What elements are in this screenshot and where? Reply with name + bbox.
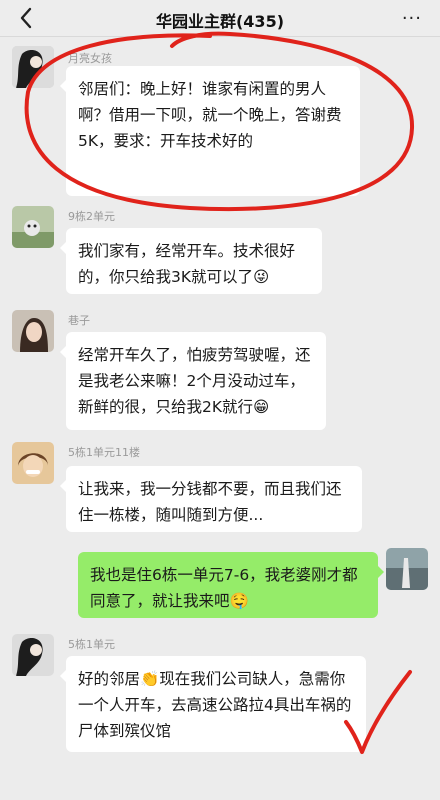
avatar[interactable]: [12, 310, 54, 352]
message-text: 让我来，我一分钱都不要，而且我们还住一栋楼，随叫随到方便...: [78, 480, 342, 524]
message-text: 好的邻居👏现在我们公司缺人，急需你一个人开车，去高速公路拉4具出车祸的尸体到殡仪…: [78, 670, 352, 740]
chat-title: 华园业主群(435): [155, 12, 285, 31]
my-message-bubble[interactable]: 我也是住6栋一单元7-6，我老婆刚才都同意了，就让我来吧🤤: [78, 552, 384, 618]
avatar[interactable]: [12, 634, 54, 676]
more-dots-icon[interactable]: ···: [402, 8, 422, 29]
avatar[interactable]: [12, 46, 54, 88]
my-avatar[interactable]: [386, 548, 428, 590]
message-text: 经常开车久了，怕疲劳驾驶喔，还是我老公来嘛！2个月没动过车，新鲜的很，只给我2K…: [78, 346, 311, 416]
avatar[interactable]: [12, 442, 54, 484]
avatar[interactable]: [12, 206, 54, 248]
message-bubble[interactable]: 邻居们：晚上好！谁家有闲置的男人啊？借用一下呗，就一个晚上，答谢费5K，要求：开…: [60, 66, 360, 196]
message-text: 我也是住6栋一单元7-6，我老婆刚才都同意了，就让我来吧🤤: [90, 566, 358, 610]
message-bubble[interactable]: 我们家有，经常开车。技术很好的，你只给我3K就可以了😜: [60, 228, 322, 294]
message-bubble[interactable]: 让我来，我一分钱都不要，而且我们还住一栋楼，随叫随到方便...: [60, 466, 362, 532]
message-bubble[interactable]: 经常开车久了，怕疲劳驾驶喔，还是我老公来嘛！2个月没动过车，新鲜的很，只给我2K…: [60, 332, 326, 430]
chat-header: 华园业主群(435) ···: [0, 0, 440, 37]
sender-name: 5栋1单元11楼: [68, 446, 140, 459]
sender-name: 5栋1单元: [68, 638, 115, 651]
sender-name: 9栋2单元: [68, 210, 115, 223]
sender-name: 巷子: [68, 314, 90, 327]
message-text: 邻居们：晚上好！谁家有闲置的男人啊？借用一下呗，就一个晚上，答谢费5K，要求：开…: [78, 80, 342, 150]
sender-name: 月亮女孩: [68, 52, 112, 65]
message-bubble[interactable]: 好的邻居👏现在我们公司缺人，急需你一个人开车，去高速公路拉4具出车祸的尸体到殡仪…: [60, 656, 366, 752]
message-text: 我们家有，经常开车。技术很好的，你只给我3K就可以了😜: [78, 242, 296, 286]
